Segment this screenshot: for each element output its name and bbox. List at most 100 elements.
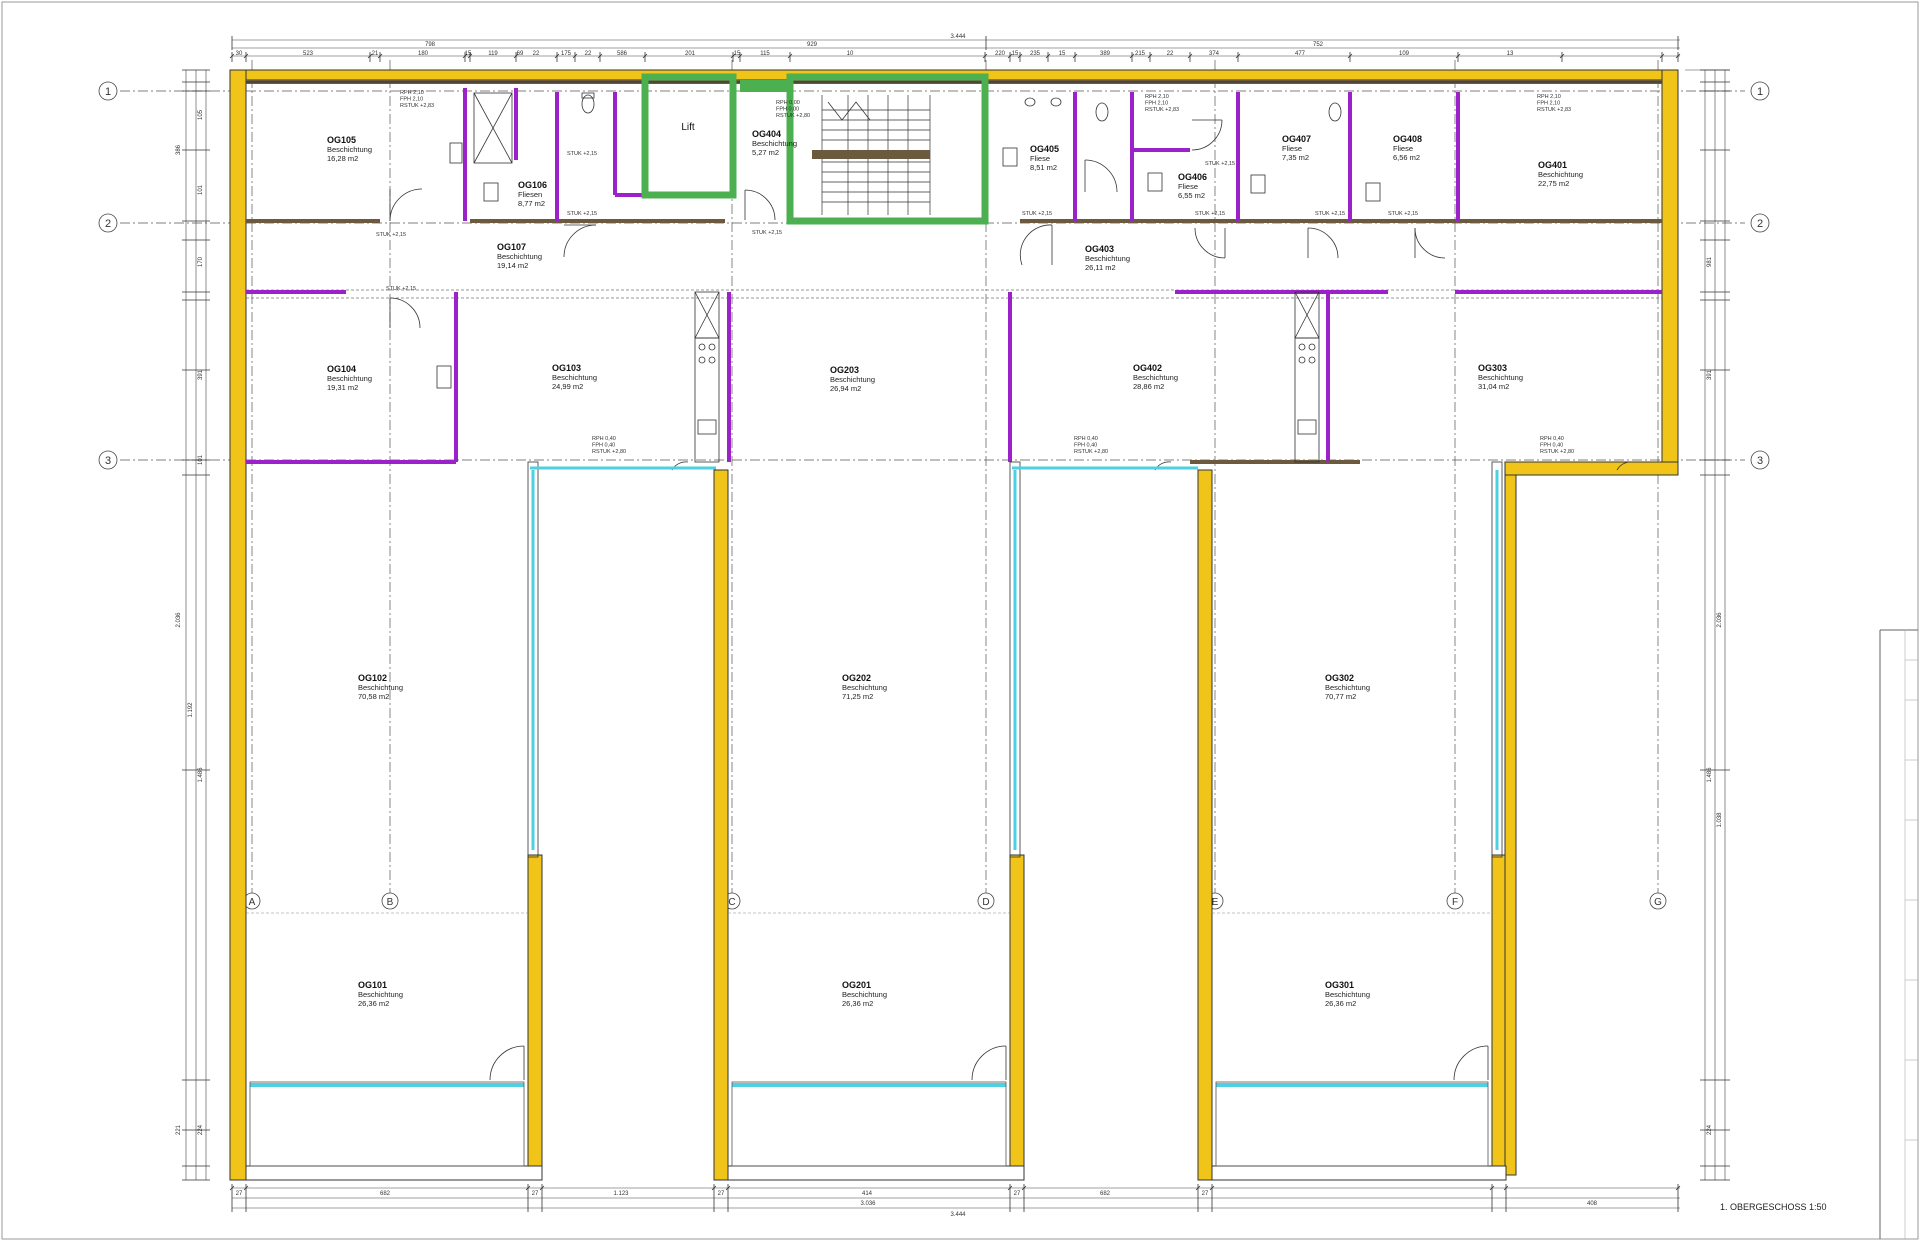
dim-detail-top: 15	[1059, 51, 1066, 57]
dim-detail-left: 386	[176, 144, 182, 155]
room-area: 22,75 m2	[1538, 179, 1569, 188]
room-label-lift: Lift	[681, 122, 695, 133]
opening-height-note: RSTUK +2,80	[592, 449, 626, 455]
dim-detail-top: 13	[1507, 51, 1514, 57]
axis-label-C: C	[728, 897, 735, 908]
room-id: OG404	[752, 129, 781, 139]
room-id: OG201	[842, 980, 871, 990]
dim-detail-top: 175	[561, 51, 572, 57]
room-finish: Beschichtung	[830, 375, 875, 384]
room-area: 6,55 m2	[1178, 191, 1205, 200]
axis-label-3: 3	[1757, 455, 1763, 467]
glass-facades	[249, 461, 1503, 1167]
dim-detail-top: 10	[847, 51, 854, 57]
dim-detail-top: 109	[1399, 51, 1410, 57]
room-labels: OG105Beschichtung16,28 m2OG106Fliesen8,7…	[327, 122, 1583, 1008]
dim-detail-bottom: 27	[532, 1191, 539, 1197]
dim-detail-top: 69	[517, 51, 524, 57]
room-label-og401: OG401Beschichtung22,75 m2	[1538, 160, 1583, 188]
room-area: 70,58 m2	[358, 692, 389, 701]
ceiling-height-note: STUK +2,15	[567, 151, 597, 157]
room-id: OG107	[497, 242, 526, 252]
opening-height-note: RSTUK +2,83	[1145, 107, 1179, 113]
opening-height-note: FPH 2,10	[1537, 101, 1560, 107]
room-id: OG407	[1282, 134, 1311, 144]
structural-walls	[246, 80, 1662, 464]
room-area: 26,94 m2	[830, 384, 861, 393]
kitchen-units	[694, 291, 1320, 463]
dim-detail-right: 1.486	[1707, 767, 1713, 783]
room-id: OG104	[327, 364, 356, 374]
floor-plan: 1 12 23 3A B C D E F G 3.444 798 929 752…	[1, 1, 1919, 1240]
dim-detail-top: 201	[685, 51, 696, 57]
dim-detail-left: 101	[198, 454, 204, 465]
dim-detail-bottom: 1.123	[613, 1191, 629, 1197]
room-finish: Beschichtung	[1325, 990, 1370, 999]
room-finish: Beschichtung	[497, 252, 542, 261]
room-label-og301: OG301Beschichtung26,36 m2	[1325, 980, 1370, 1008]
room-label-og302: OG302Beschichtung70,77 m2	[1325, 673, 1370, 701]
ceiling-height-note: STUK +2,15	[1205, 161, 1235, 167]
dim-detail-top: 389	[1100, 51, 1111, 57]
opening-height-note: RPH 2,10	[1537, 94, 1561, 100]
axis-label-2: 2	[105, 218, 111, 230]
room-area: 16,28 m2	[327, 154, 358, 163]
room-label-og405: OG405Fliese8,51 m2	[1030, 144, 1059, 172]
dim-detail-bottom: 27	[718, 1191, 725, 1197]
room-finish: Beschichtung	[842, 990, 887, 999]
opening-height-note: RSTUK +2,80	[1540, 449, 1574, 455]
dim-detail-top: 586	[617, 51, 628, 57]
room-id: OG101	[358, 980, 387, 990]
room-area: 26,36 m2	[1325, 999, 1356, 1008]
opening-height-note: RPH 2,10	[400, 90, 424, 96]
room-label-og406: OG406Fliese6,55 m2	[1178, 172, 1207, 200]
axis-label-D: D	[982, 897, 989, 908]
axis-label-E: E	[1212, 897, 1219, 908]
room-label-og203: OG203Beschichtung26,94 m2	[830, 365, 875, 393]
room-label-og104: OG104Beschichtung19,31 m2	[327, 364, 372, 392]
dim-detail-top: 22	[585, 51, 592, 57]
room-finish: Beschichtung	[1133, 373, 1178, 382]
dim-detail-left: 224	[198, 1124, 204, 1135]
room-id: OG403	[1085, 244, 1114, 254]
dim-detail-top: 119	[488, 51, 498, 57]
dim-seg-a: 798	[425, 42, 436, 48]
dimension-labels: 3.444 798 929 752 3.444	[425, 34, 1324, 1218]
room-id: OG203	[830, 365, 859, 375]
dim-detail-top: 477	[1295, 51, 1306, 57]
room-label-og408: OG408Fliese6,56 m2	[1393, 134, 1422, 162]
room-area: 70,77 m2	[1325, 692, 1356, 701]
room-finish: Beschichtung	[327, 374, 372, 383]
room-area: 28,86 m2	[1133, 382, 1164, 391]
room-label-og202: OG202Beschichtung71,25 m2	[842, 673, 887, 701]
ceiling-height-note: STUK +2,15	[752, 230, 782, 236]
opening-height-note: FPH 2,10	[1145, 101, 1168, 107]
room-id: OG302	[1325, 673, 1354, 683]
room-id: OG301	[1325, 980, 1354, 990]
dim-detail-left: 221	[176, 1124, 182, 1135]
dim-detail-top: 30	[236, 51, 243, 57]
room-id: OG102	[358, 673, 387, 683]
room-id: OG402	[1133, 363, 1162, 373]
room-area: 24,99 m2	[552, 382, 583, 391]
dim-detail-left: 2.036	[176, 612, 182, 628]
room-area: 8,77 m2	[518, 199, 545, 208]
room-id: OG105	[327, 135, 356, 145]
room-finish: Fliese	[1282, 144, 1302, 153]
opening-height-note: RSTUK +2,80	[1074, 449, 1108, 455]
opening-height-note: RSTUK +2,80	[776, 113, 810, 119]
dim-seg-b: 929	[807, 42, 818, 48]
dim-detail-left: 1.486	[198, 767, 204, 783]
room-area: 31,04 m2	[1478, 382, 1509, 391]
dim-detail-right: 391	[1707, 369, 1713, 380]
room-area: 26,36 m2	[358, 999, 389, 1008]
room-area: 8,51 m2	[1030, 163, 1057, 172]
room-id: OG401	[1538, 160, 1567, 170]
axis-label-2: 2	[1757, 218, 1763, 230]
dim-detail-bottom: 682	[380, 1191, 391, 1197]
room-label-og201: OG201Beschichtung26,36 m2	[842, 980, 887, 1008]
room-finish: Beschichtung	[1085, 254, 1130, 263]
axis-label-B: B	[387, 897, 394, 908]
opening-height-note: RPH 0,00	[776, 100, 800, 106]
dim-detail-left: 1.192	[188, 702, 194, 718]
